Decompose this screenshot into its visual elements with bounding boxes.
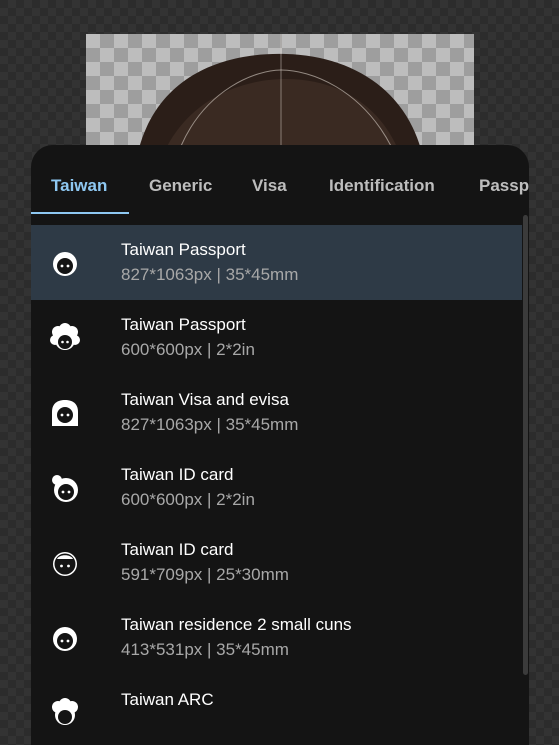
item-size: 413*531px | 35*45mm <box>121 640 289 659</box>
item-title: Taiwan residence 2 small cuns <box>121 615 352 634</box>
tab-identification[interactable]: Identification <box>329 176 435 196</box>
list-item[interactable]: Taiwan Visa and evisa 827*1063px | 35*45… <box>31 375 522 450</box>
item-title: Taiwan Visa and evisa <box>121 390 289 409</box>
list-item[interactable]: Taiwan ID card 591*709px | 25*30mm <box>31 525 522 600</box>
category-tabs: Taiwan Generic Visa Identification Passp <box>31 145 529 215</box>
face-short-hair-icon <box>53 252 77 276</box>
tab-passport[interactable]: Passp <box>479 176 529 196</box>
tab-generic[interactable]: Generic <box>149 176 212 196</box>
item-title: Taiwan ID card <box>121 465 234 484</box>
face-curly-hair-icon <box>50 323 80 350</box>
list-item[interactable]: Taiwan ARC <box>31 675 522 745</box>
item-size: 827*1063px | 35*45mm <box>121 415 299 434</box>
item-title: Taiwan Passport <box>121 315 246 334</box>
item-title: Taiwan Passport <box>121 240 246 259</box>
tab-taiwan[interactable]: Taiwan <box>51 176 107 196</box>
face-curly-hair-icon <box>52 698 78 725</box>
list-item[interactable]: Taiwan Passport 827*1063px | 35*45mm <box>31 225 522 300</box>
item-title: Taiwan ID card <box>121 540 234 559</box>
face-textured-hair-icon <box>53 552 77 576</box>
tab-visa[interactable]: Visa <box>252 176 287 196</box>
item-size: 600*600px | 2*2in <box>121 490 255 509</box>
item-title: Taiwan ARC <box>121 690 214 709</box>
list-scrollbar[interactable] <box>523 215 528 675</box>
face-long-hair-icon <box>52 400 78 426</box>
face-bun-hair-icon <box>52 475 78 502</box>
size-picker-sheet: Taiwan Generic Visa Identification Passp… <box>31 145 529 745</box>
list-item[interactable]: Taiwan ID card 600*600px | 2*2in <box>31 450 522 525</box>
active-tab-indicator <box>31 212 129 214</box>
face-short-hair-icon <box>53 627 77 651</box>
item-size: 827*1063px | 35*45mm <box>121 265 299 284</box>
size-list: Taiwan Passport 827*1063px | 35*45mm Tai… <box>31 225 522 745</box>
item-size: 591*709px | 25*30mm <box>121 565 289 584</box>
list-item[interactable]: Taiwan Passport 600*600px | 2*2in <box>31 300 522 375</box>
item-size: 600*600px | 2*2in <box>121 340 255 359</box>
list-item[interactable]: Taiwan residence 2 small cuns 413*531px … <box>31 600 522 675</box>
